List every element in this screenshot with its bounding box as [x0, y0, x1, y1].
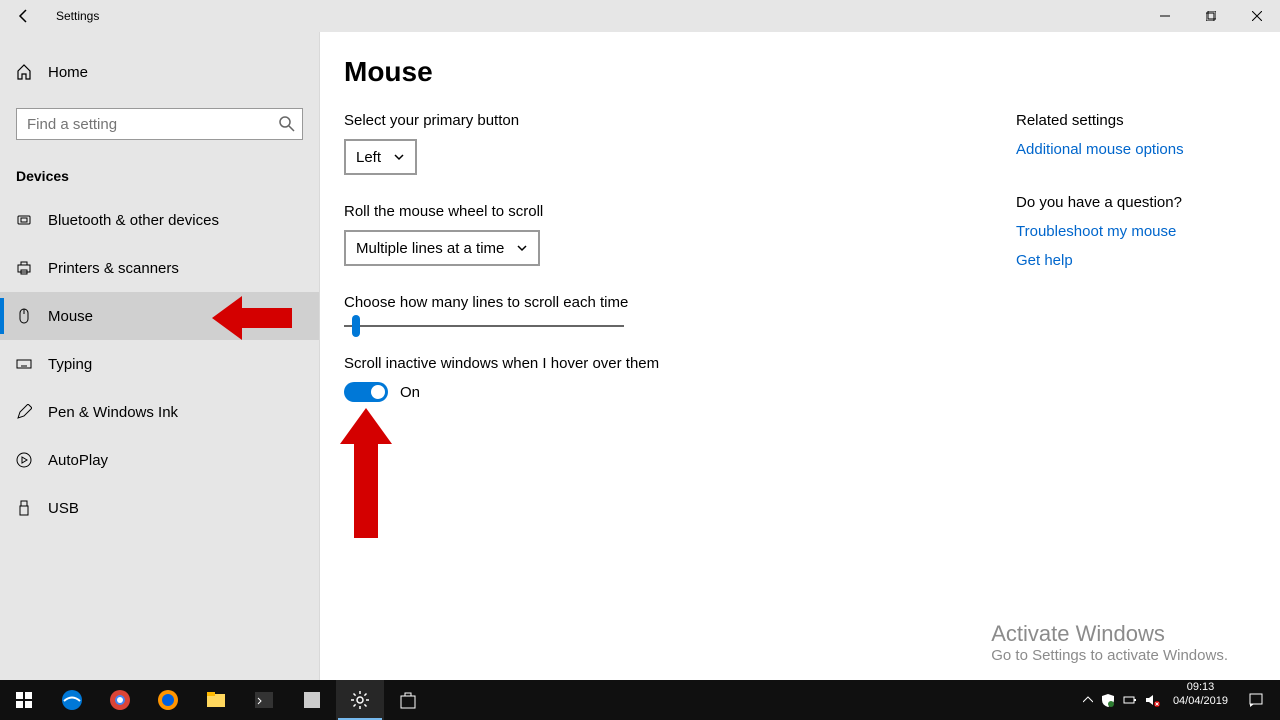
lines-label: Choose how many lines to scroll each tim… [344, 294, 984, 311]
pen-icon [16, 404, 32, 420]
keyboard-icon [16, 356, 32, 372]
sidebar-item-printers[interactable]: Printers & scanners [0, 244, 319, 292]
nav-label: AutoPlay [48, 452, 108, 469]
tray-volume-icon[interactable] [1141, 680, 1165, 720]
nav-label: Pen & Windows Ink [48, 404, 178, 421]
settings-column: Select your primary button Left Roll the… [344, 112, 984, 426]
taskbar-store[interactable] [384, 680, 432, 720]
tray-power-icon[interactable] [1119, 680, 1141, 720]
tray-notifications[interactable] [1236, 680, 1276, 720]
autoplay-icon [16, 452, 32, 468]
primary-button-label: Select your primary button [344, 112, 984, 129]
aside-column: Related settings Additional mouse option… [1016, 112, 1184, 426]
sidebar-item-typing[interactable]: Typing [0, 340, 319, 388]
scroll-wheel-label: Roll the mouse wheel to scroll [344, 203, 984, 220]
taskbar-edge[interactable] [48, 680, 96, 720]
primary-button-dropdown[interactable]: Left [344, 139, 417, 175]
taskbar-app[interactable] [288, 680, 336, 720]
bluetooth-icon [16, 212, 32, 228]
nav-label: Typing [48, 356, 92, 373]
start-button[interactable] [0, 680, 48, 720]
taskbar-settings[interactable] [336, 680, 384, 720]
usb-icon [16, 500, 32, 516]
lines-slider[interactable] [344, 325, 624, 327]
page-title: Mouse [344, 56, 1256, 88]
inactive-label: Scroll inactive windows when I hover ove… [344, 355, 984, 372]
slider-thumb[interactable] [352, 315, 360, 337]
close-button[interactable] [1234, 0, 1280, 32]
sidebar-item-usb[interactable]: USB [0, 484, 319, 532]
annotation-arrow-left [212, 296, 292, 340]
back-button[interactable] [0, 0, 48, 32]
dropdown-value: Left [356, 149, 381, 166]
taskbar: 09:13 04/04/2019 [0, 680, 1280, 720]
watermark-sub: Go to Settings to activate Windows. [991, 647, 1228, 664]
question-header: Do you have a question? [1016, 194, 1184, 211]
nav-label: Bluetooth & other devices [48, 212, 219, 229]
annotation-arrow-up [340, 408, 392, 538]
watermark-title: Activate Windows [991, 621, 1228, 647]
tray-clock[interactable]: 09:13 04/04/2019 [1165, 680, 1236, 720]
tray-up-icon[interactable] [1079, 680, 1097, 720]
system-tray: 09:13 04/04/2019 [1079, 680, 1280, 720]
dropdown-value: Multiple lines at a time [356, 240, 504, 257]
scroll-wheel-dropdown[interactable]: Multiple lines at a time [344, 230, 540, 266]
printer-icon [16, 260, 32, 276]
sidebar-item-autoplay[interactable]: AutoPlay [0, 436, 319, 484]
inactive-toggle[interactable] [344, 382, 388, 402]
home-button[interactable]: Home [0, 48, 319, 96]
home-icon [16, 64, 32, 80]
related-header: Related settings [1016, 112, 1184, 129]
sidebar-item-pen[interactable]: Pen & Windows Ink [0, 388, 319, 436]
titlebar: Settings [0, 0, 1280, 32]
tray-date-text: 04/04/2019 [1173, 694, 1228, 708]
taskbar-terminal[interactable] [240, 680, 288, 720]
taskbar-chrome[interactable] [96, 680, 144, 720]
search-box [16, 108, 303, 140]
toggle-knob [371, 385, 385, 399]
window-controls [1142, 0, 1280, 32]
chevron-down-icon [393, 151, 405, 163]
nav-label: Printers & scanners [48, 260, 179, 277]
nav-label: Mouse [48, 308, 93, 325]
mouse-icon [16, 308, 32, 324]
maximize-button[interactable] [1188, 0, 1234, 32]
taskbar-firefox[interactable] [144, 680, 192, 720]
minimize-button[interactable] [1142, 0, 1188, 32]
chevron-down-icon [516, 242, 528, 254]
search-input[interactable] [16, 108, 303, 140]
nav-label: USB [48, 500, 79, 517]
section-header: Devices [0, 152, 319, 196]
get-help-link[interactable]: Get help [1016, 252, 1184, 269]
main-content: Mouse Select your primary button Left Ro… [320, 32, 1280, 680]
activation-watermark: Activate Windows Go to Settings to activ… [991, 621, 1228, 664]
sidebar-item-bluetooth[interactable]: Bluetooth & other devices [0, 196, 319, 244]
taskbar-explorer[interactable] [192, 680, 240, 720]
tray-security-icon[interactable] [1097, 680, 1119, 720]
window-title: Settings [56, 9, 99, 23]
additional-mouse-options-link[interactable]: Additional mouse options [1016, 141, 1184, 158]
search-icon [279, 116, 295, 132]
toggle-state: On [400, 384, 420, 401]
sidebar: Home Devices Bluetooth & other devices P… [0, 32, 320, 680]
tray-time-text: 09:13 [1187, 680, 1215, 694]
troubleshoot-link[interactable]: Troubleshoot my mouse [1016, 223, 1184, 240]
home-label: Home [48, 64, 88, 81]
